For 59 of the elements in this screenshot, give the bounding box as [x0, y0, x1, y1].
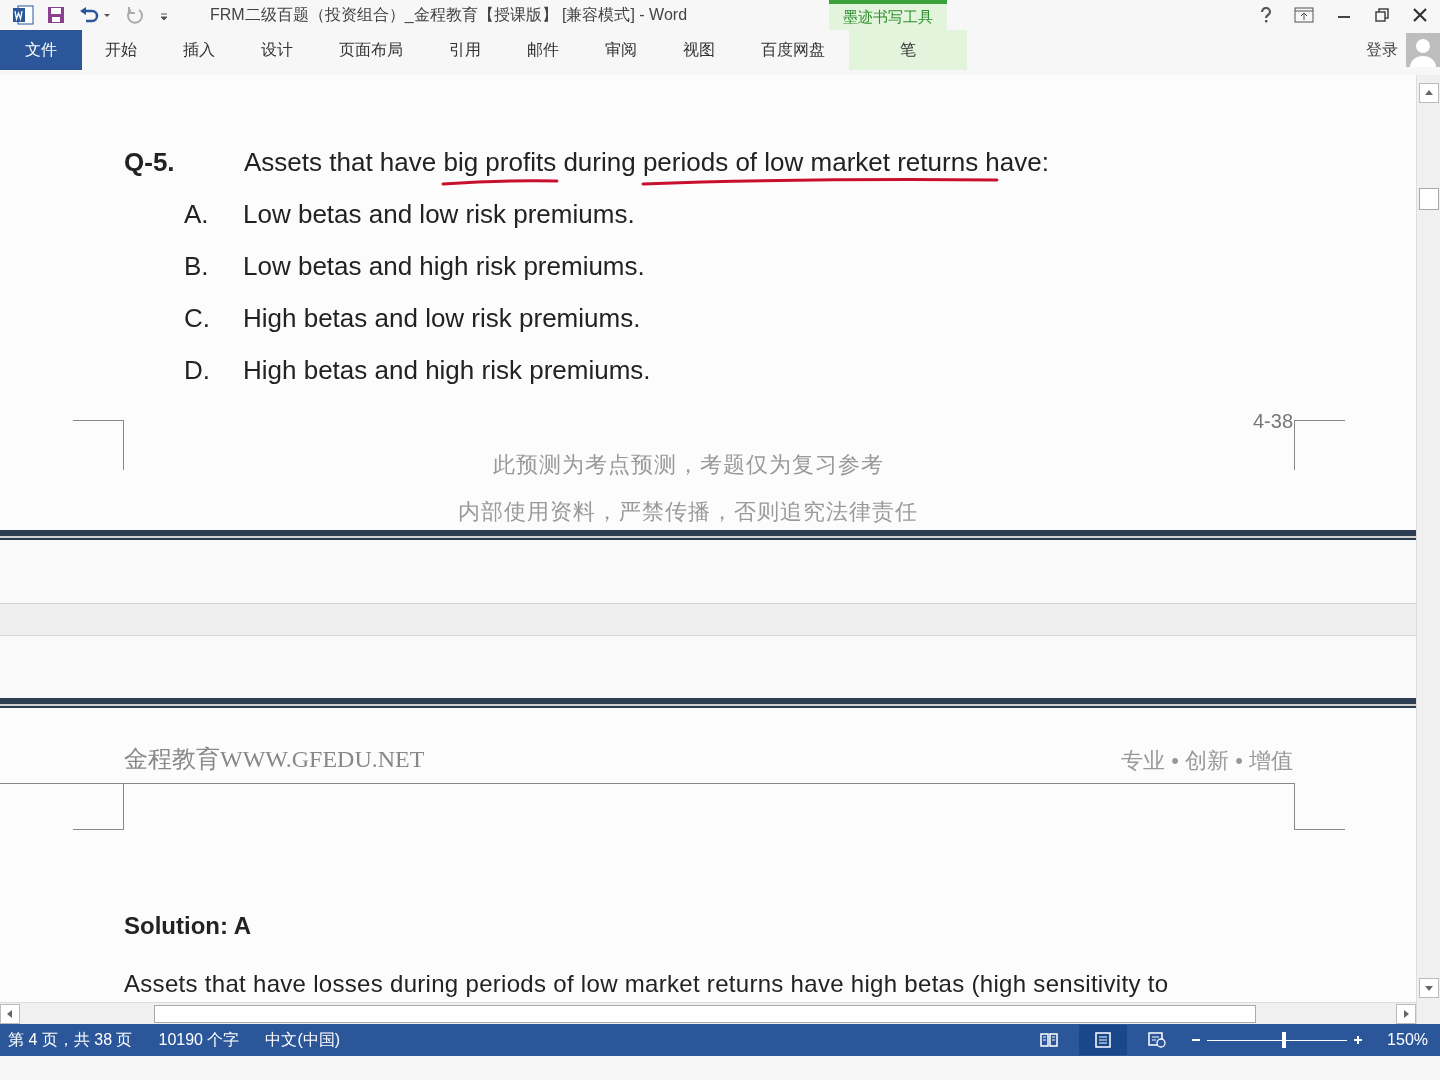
- ribbon-tab[interactable]: 文件: [0, 30, 82, 70]
- ribbon-tab[interactable]: 插入: [160, 30, 238, 70]
- option-letter: D.: [184, 353, 211, 387]
- ribbon-tab[interactable]: 页面布局: [316, 30, 426, 70]
- option-text: High betas and low risk premiums.: [243, 301, 641, 335]
- scroll-down-icon[interactable]: [1418, 978, 1439, 998]
- ribbon-tab[interactable]: 开始: [82, 30, 160, 70]
- ribbon-display-icon[interactable]: [1294, 7, 1314, 23]
- header-website: 金程教育WWW.GFEDU.NET: [124, 745, 425, 775]
- footer-notice: 此预测为考点预测，考题仅为复习参考: [492, 451, 884, 479]
- sign-in-link[interactable]: 登录: [1366, 38, 1398, 62]
- undo-icon[interactable]: [78, 5, 112, 25]
- ribbon-tab[interactable]: 百度网盘: [738, 30, 848, 70]
- zoom-slider-thumb[interactable]: [1282, 1032, 1287, 1048]
- zoom-slider[interactable]: [1207, 1032, 1348, 1048]
- restore-icon[interactable]: [1374, 7, 1390, 23]
- option-text: Low betas and high risk premiums.: [243, 249, 645, 283]
- question-text: Assets that have big profits during periods of low market returns have:: [244, 149, 1049, 175]
- scrollbar-thumb[interactable]: [1418, 188, 1439, 210]
- ribbon-tab[interactable]: 笔: [849, 30, 967, 70]
- question-number: Q-5.: [124, 149, 176, 175]
- option-text: Low betas and low risk premiums.: [243, 197, 635, 231]
- language-indicator[interactable]: 中文(中国): [265, 1028, 341, 1052]
- footer-notice: 内部使用资料，严禁传播，否则追究法律责任: [458, 498, 918, 526]
- crop-mark: [1294, 420, 1345, 470]
- page-count[interactable]: 第 4 页，共 38 页: [8, 1028, 133, 1052]
- contextual-tab-group: 墨迹书写工具: [829, 0, 947, 30]
- page-icon: [1094, 1032, 1113, 1048]
- ribbon-tab[interactable]: 设计: [238, 30, 316, 70]
- header-slogan: 专业 • 创新 • 增值: [1121, 747, 1293, 776]
- scroll-left-icon[interactable]: [0, 1003, 20, 1024]
- web-page-icon: [1148, 1032, 1167, 1048]
- ribbon-tab[interactable]: 邮件: [504, 30, 582, 70]
- horizontal-scrollbar[interactable]: [0, 1002, 1416, 1024]
- option-letter: C.: [184, 301, 211, 335]
- book-icon: [1040, 1032, 1059, 1048]
- option-text: High betas and high risk premiums.: [243, 353, 651, 387]
- vertical-scrollbar[interactable]: [1416, 75, 1440, 1024]
- word-app-icon: [12, 5, 34, 25]
- scroll-up-icon[interactable]: [1418, 83, 1439, 103]
- zoom-level[interactable]: 150%: [1387, 1028, 1428, 1052]
- window-title: FRM二级百题（投资组合）_金程教育【授课版】 [兼容模式] - Word: [210, 5, 688, 25]
- option-letter: B.: [184, 249, 210, 283]
- ribbon-tab[interactable]: 审阅: [582, 30, 660, 70]
- zoom-in-icon[interactable]: [1353, 1035, 1364, 1045]
- scrollbar-thumb[interactable]: [154, 1004, 1256, 1023]
- print-view-button[interactable]: [1079, 1025, 1128, 1055]
- close-icon[interactable]: [1412, 7, 1428, 23]
- scroll-right-icon[interactable]: [1396, 1003, 1416, 1024]
- solution-title: Solution: A: [124, 911, 253, 942]
- solution-text: Assets that have losses during periods of low market returns have high betas (high sensitivity to: [124, 969, 1170, 1000]
- word-count[interactable]: 10190 个字: [158, 1028, 240, 1052]
- save-icon[interactable]: [46, 5, 66, 25]
- page-number: 4-38: [1252, 409, 1293, 434]
- ribbon-tab[interactable]: 视图: [660, 30, 738, 70]
- crop-mark: [73, 420, 124, 470]
- ribbon-tab[interactable]: 引用: [426, 30, 504, 70]
- help-icon[interactable]: [1260, 7, 1272, 23]
- option-letter: A.: [184, 197, 210, 231]
